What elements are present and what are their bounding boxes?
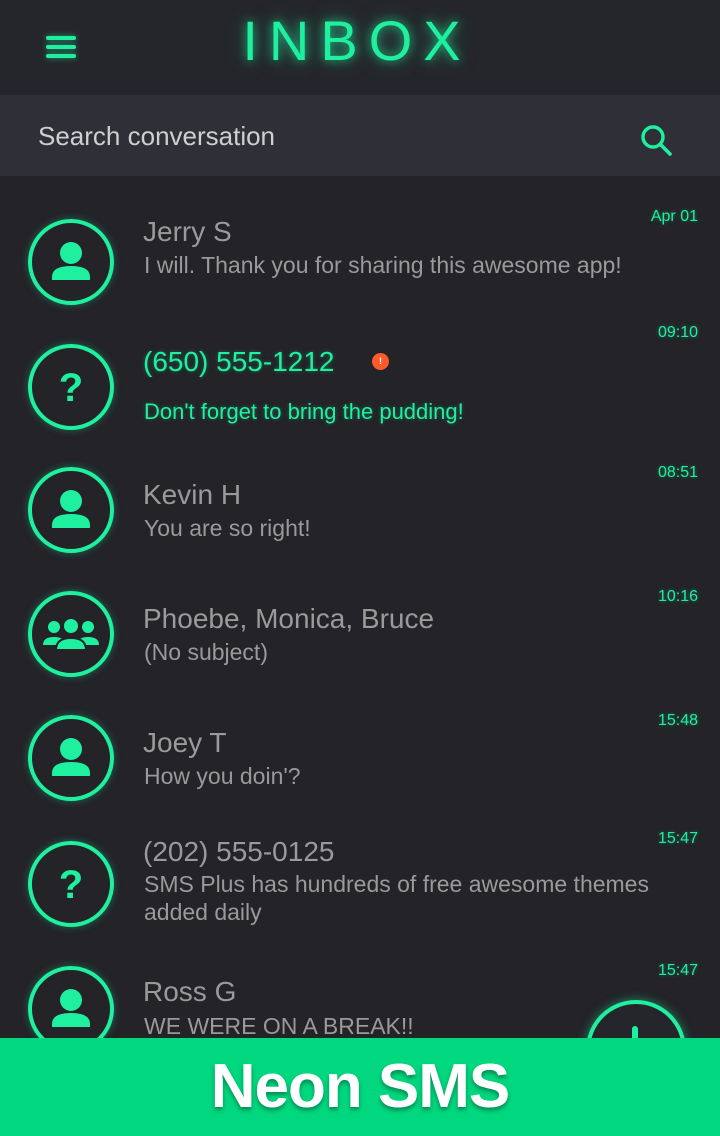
conversation-row[interactable]: ? (650) 555-1212 ! Don't forget to bring… xyxy=(0,324,720,452)
promo-banner: Neon SMS xyxy=(0,1038,720,1136)
contact-name: Jerry S xyxy=(143,216,232,247)
contact-name: Kevin H xyxy=(143,479,242,510)
message-time: Apr 01 xyxy=(650,208,698,225)
conversation-row[interactable]: Joey T How you doin'? 15:48 xyxy=(0,700,720,824)
unread-badge: ! xyxy=(372,353,389,370)
message-time: 15:47 xyxy=(657,830,698,847)
contact-name: (202) 555-0125 xyxy=(143,836,335,867)
person-icon xyxy=(28,467,114,553)
person-icon xyxy=(28,219,114,305)
svg-text:?: ? xyxy=(59,366,83,410)
message-snippet: SMS Plus has hundreds of free awesome th… xyxy=(144,871,649,925)
svg-text:?: ? xyxy=(59,863,83,907)
conversation-row[interactable]: Kevin H You are so right! 08:51 xyxy=(0,452,720,576)
conversation-row[interactable]: Jerry S I will. Thank you for sharing th… xyxy=(0,176,720,324)
message-snippet: You are so right! xyxy=(144,515,311,541)
conversation-row[interactable]: ? (202) 555-0125 SMS Plus has hundreds o… xyxy=(0,824,720,952)
unknown-contact-icon: ? xyxy=(28,344,114,430)
banner-text: Neon SMS xyxy=(210,1052,511,1121)
top-bar: INBOX xyxy=(0,0,720,95)
message-time: 09:10 xyxy=(657,324,698,341)
message-snippet: I will. Thank you for sharing this aweso… xyxy=(144,252,622,278)
person-icon xyxy=(28,715,114,801)
person-icon xyxy=(28,966,114,1038)
message-time: 08:51 xyxy=(657,464,698,481)
search-bar xyxy=(0,95,720,176)
message-snippet: How you doin'? xyxy=(144,763,301,789)
group-icon xyxy=(28,591,114,677)
page-title: INBOX xyxy=(242,9,472,72)
message-time: 15:48 xyxy=(657,712,698,729)
conversation-row[interactable]: Phoebe, Monica, Bruce (No subject) 10:16 xyxy=(0,576,720,700)
app-root: INBOX Jerry S I will. Thank you for shar… xyxy=(0,0,720,1136)
search-input[interactable] xyxy=(38,117,598,155)
contact-name: Ross G xyxy=(143,976,237,1007)
contact-name: Joey T xyxy=(143,727,227,758)
message-snippet: Don't forget to bring the pudding! xyxy=(144,399,464,424)
unknown-contact-icon: ? xyxy=(28,841,114,927)
conversation-list: Jerry S I will. Thank you for sharing th… xyxy=(0,176,720,1038)
message-snippet: (No subject) xyxy=(144,639,268,665)
message-time: 15:47 xyxy=(657,962,698,979)
contact-name: (650) 555-1212 xyxy=(143,346,335,377)
message-time: 10:16 xyxy=(657,588,698,605)
contact-name: Phoebe, Monica, Bruce xyxy=(143,603,435,634)
search-icon[interactable] xyxy=(639,123,673,157)
